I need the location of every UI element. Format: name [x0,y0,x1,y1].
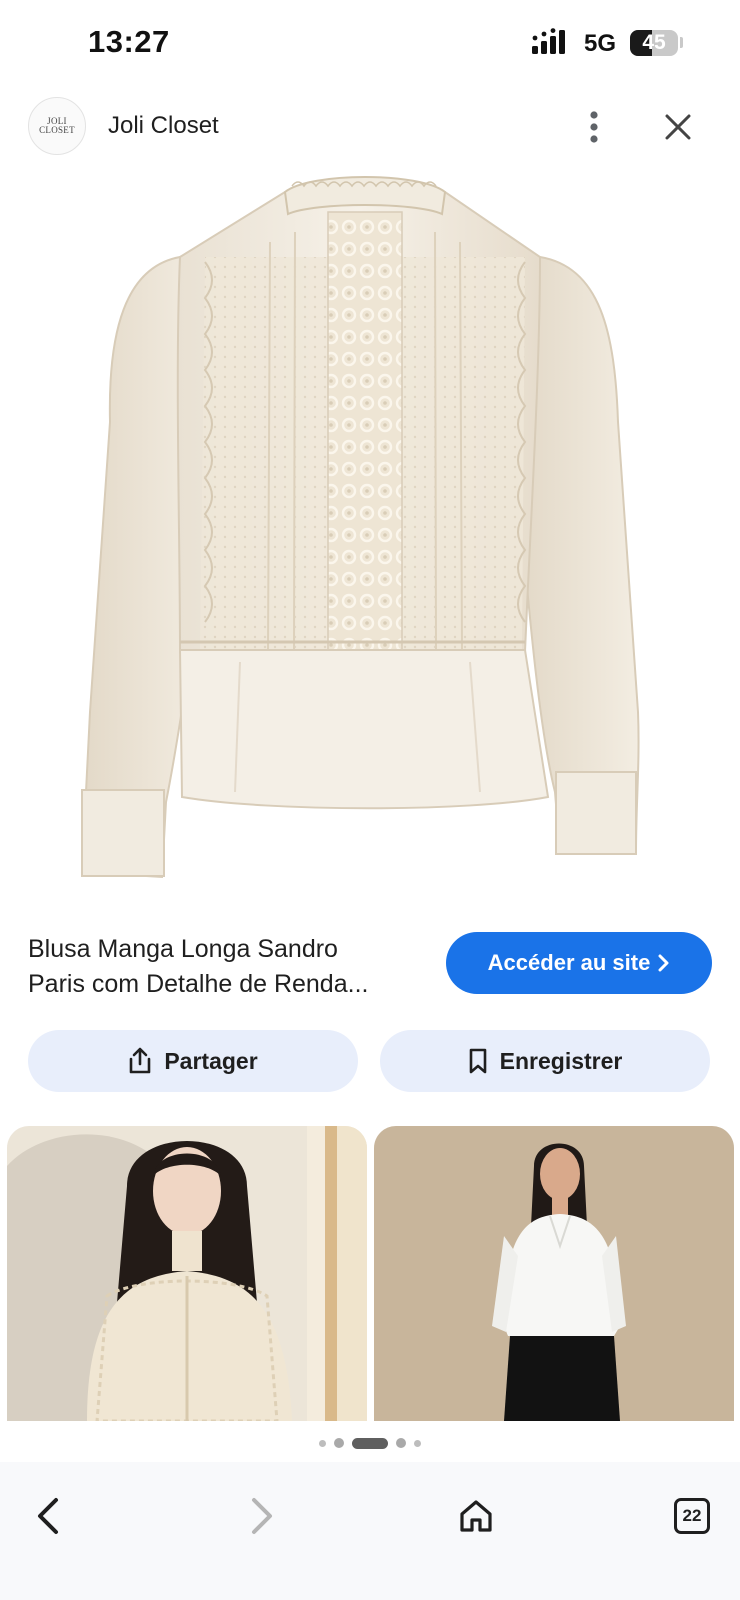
share-label: Partager [164,1047,258,1074]
tabs-count: 22 [682,1506,702,1525]
logo-text-line2: CLOSET [39,125,75,135]
battery-icon: 45 [630,30,678,56]
carousel-dot-active[interactable] [352,1437,388,1449]
save-button[interactable]: Enregistrer [380,1030,710,1092]
related-image-2[interactable] [374,1126,734,1421]
more-vert-icon [590,111,598,143]
chevron-right-icon [658,954,669,972]
close-icon [665,114,691,140]
visit-site-button[interactable]: Accéder au site [446,932,712,994]
back-arrow-icon [38,1498,58,1534]
forward-arrow-icon [252,1498,272,1534]
site-name[interactable]: Joli Closet [108,112,219,140]
carousel-dot[interactable] [334,1438,344,1448]
site-logo[interactable]: JOLI CLOSET [28,97,86,155]
signal-icon [532,28,565,54]
related-image-1[interactable] [7,1126,367,1421]
close-button[interactable] [652,101,704,153]
back-button[interactable] [18,1486,78,1546]
product-title[interactable]: Blusa Manga Longa Sandro Paris com Detal… [28,932,418,1002]
product-title-line2: Paris com Detalhe de Renda... [28,970,369,998]
home-icon [460,1500,492,1532]
carousel-dot[interactable] [414,1439,421,1447]
status-time: 13:27 [88,24,170,59]
bottom-nav: 22 [0,1462,740,1600]
forward-button[interactable] [232,1486,292,1546]
tabs-button[interactable]: 22 [662,1486,722,1546]
status-bar: 13:27 5G 45 [0,0,740,88]
tabs-icon: 22 [674,1498,710,1534]
share-icon [130,1047,151,1074]
visit-site-label: Accéder au site [487,950,651,975]
product-title-line1: Blusa Manga Longa Sandro [28,935,338,963]
more-options-button[interactable] [568,101,620,153]
share-button[interactable]: Partager [28,1030,358,1092]
network-type: 5G [584,30,617,57]
carousel-indicator [0,1436,740,1450]
bookmark-icon [469,1048,486,1074]
battery-tip [680,37,683,48]
carousel-dot[interactable] [319,1439,326,1447]
save-label: Enregistrer [499,1047,623,1074]
carousel-dot[interactable] [396,1438,406,1448]
source-header: JOLI CLOSET Joli Closet [0,95,740,159]
home-button[interactable] [446,1486,506,1546]
battery-level: 45 [642,31,666,54]
product-image[interactable] [70,172,670,892]
